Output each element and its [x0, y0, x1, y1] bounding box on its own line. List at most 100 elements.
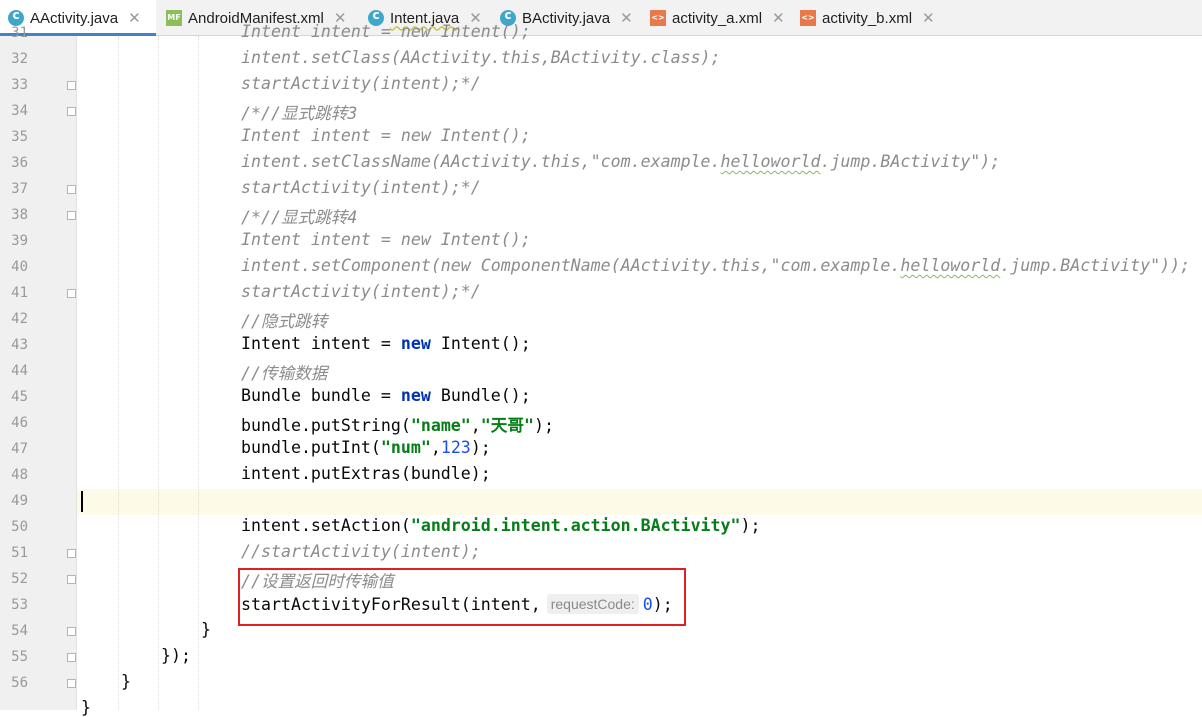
code-line: intent.putExtras(bundle);: [241, 464, 491, 483]
line-number: 32: [11, 51, 28, 67]
code-token: .jump.BActivity");: [820, 152, 1001, 171]
line-number: 41: [11, 285, 28, 301]
keyword-token: new: [400, 386, 431, 405]
line-number: 44: [11, 363, 28, 379]
close-icon[interactable]: ✕: [772, 9, 785, 27]
code-line: intent.setClassName(AActivity.this,"com.…: [241, 152, 1000, 171]
code-token: ,: [470, 416, 481, 435]
code-token: );: [470, 438, 491, 457]
line-number: 54: [11, 623, 28, 639]
line-number: 43: [11, 337, 28, 353]
code-line: intent.setAction("android.intent.action.…: [241, 516, 761, 535]
code-line: });: [161, 646, 191, 665]
code-token: Bundle bundle =: [241, 386, 401, 405]
tab-label: BActivity.java: [522, 9, 611, 27]
line-number: 38: [11, 207, 28, 223]
line-number: 45: [11, 389, 28, 405]
code-line: Intent intent = new Intent();: [241, 22, 531, 41]
number-token: 123: [440, 438, 471, 457]
code-line: /*//显式跳转4: [241, 208, 358, 227]
text-caret: [81, 491, 83, 512]
code-line: //startActivity(intent);: [241, 542, 481, 561]
line-number: 40: [11, 259, 28, 275]
code-line: //传输数据: [241, 364, 328, 383]
code-token: intent.setAction(: [241, 516, 411, 535]
line-number: 48: [11, 467, 28, 483]
line-number: 52: [11, 571, 28, 587]
string-token: "num": [380, 438, 431, 457]
fold-marker-icon[interactable]: [67, 81, 76, 90]
editor-tab-bar: AActivity.java ✕ AndroidManifest.xml ✕ I…: [0, 0, 1202, 36]
code-token: Bundle();: [430, 386, 531, 405]
line-number: 56: [11, 675, 28, 691]
code-line: Intent intent = new Intent();: [241, 334, 531, 353]
highlight-box: [238, 568, 686, 626]
indent-guide: [198, 36, 199, 710]
keyword-token: new: [400, 334, 431, 353]
fold-marker-icon[interactable]: [67, 575, 76, 584]
indent-guide: [158, 36, 159, 710]
string-token: "name": [410, 416, 471, 435]
code-line: bundle.putString("name","天哥");: [241, 412, 554, 436]
tab-activity-b-xml[interactable]: activity_b.xml ✕: [792, 0, 942, 36]
indent-guide: [118, 36, 119, 710]
code-line: }: [121, 672, 131, 691]
line-number: 37: [11, 181, 28, 197]
tab-label: activity_a.xml: [672, 9, 763, 27]
tab-label: AActivity.java: [30, 9, 119, 27]
code-token: intent.setClassName(AActivity.this,"com.…: [241, 152, 721, 171]
code-line: Intent intent = new Intent();: [241, 230, 531, 249]
fold-marker-icon[interactable]: [67, 211, 76, 220]
code-line: intent.setComponent(new ComponentName(AA…: [241, 256, 1190, 275]
line-number: 51: [11, 545, 28, 561]
line-number: 53: [11, 597, 28, 613]
line-number: 36: [11, 155, 28, 171]
close-icon[interactable]: ✕: [922, 9, 935, 27]
line-number: 47: [11, 441, 28, 457]
tab-label: activity_b.xml: [822, 9, 913, 27]
fold-marker-icon[interactable]: [67, 549, 76, 558]
line-number: 46: [11, 415, 28, 431]
code-line: //隐式跳转: [241, 312, 328, 331]
code-line: Bundle bundle = new Bundle();: [241, 386, 531, 405]
fold-marker-icon[interactable]: [67, 185, 76, 194]
code-line: bundle.putInt("num",123);: [241, 438, 491, 457]
code-token: );: [740, 516, 761, 535]
fold-marker-icon[interactable]: [67, 289, 76, 298]
code-token: bundle.putString(: [241, 416, 411, 435]
line-number: 35: [11, 129, 28, 145]
close-icon[interactable]: ✕: [620, 9, 633, 27]
line-number: 31: [11, 25, 28, 41]
typo-warning-word: helloworld: [900, 256, 1001, 275]
line-number: 55: [11, 649, 28, 665]
fold-marker-icon[interactable]: [67, 679, 76, 688]
code-line: intent.setClass(AActivity.this,BActivity…: [241, 48, 721, 67]
line-number: 39: [11, 233, 28, 249]
line-number: 50: [11, 519, 28, 535]
code-line: startActivity(intent);*/: [241, 282, 481, 301]
code-token: );: [533, 416, 554, 435]
code-token: .jump.BActivity"));: [1000, 256, 1191, 275]
tab-activity-a-xml[interactable]: activity_a.xml ✕: [642, 0, 792, 36]
fold-marker-icon[interactable]: [67, 627, 76, 636]
typo-warning-word: helloworld: [720, 152, 821, 171]
string-token: "android.intent.action.BActivity": [410, 516, 741, 535]
fold-marker-icon[interactable]: [67, 107, 76, 116]
code-line: Intent intent = new Intent();: [241, 126, 531, 145]
line-number: 34: [11, 103, 28, 119]
code-line: startActivity(intent);*/: [241, 178, 481, 197]
line-number: 42: [11, 311, 28, 327]
code-line: startActivity(intent);*/: [241, 74, 481, 93]
current-line-highlight: [0, 489, 1202, 515]
manifest-file-icon: [166, 10, 182, 26]
code-token: bundle.putInt(: [241, 438, 381, 457]
string-token: "天哥": [480, 416, 534, 435]
code-token: Intent intent =: [241, 334, 401, 353]
code-token: Intent();: [430, 334, 531, 353]
line-number: 49: [11, 493, 28, 509]
java-class-icon: [8, 8, 24, 26]
close-icon[interactable]: ✕: [128, 9, 141, 27]
fold-marker-icon[interactable]: [67, 653, 76, 662]
code-token: ,: [430, 438, 441, 457]
xml-layout-icon: [650, 10, 666, 26]
